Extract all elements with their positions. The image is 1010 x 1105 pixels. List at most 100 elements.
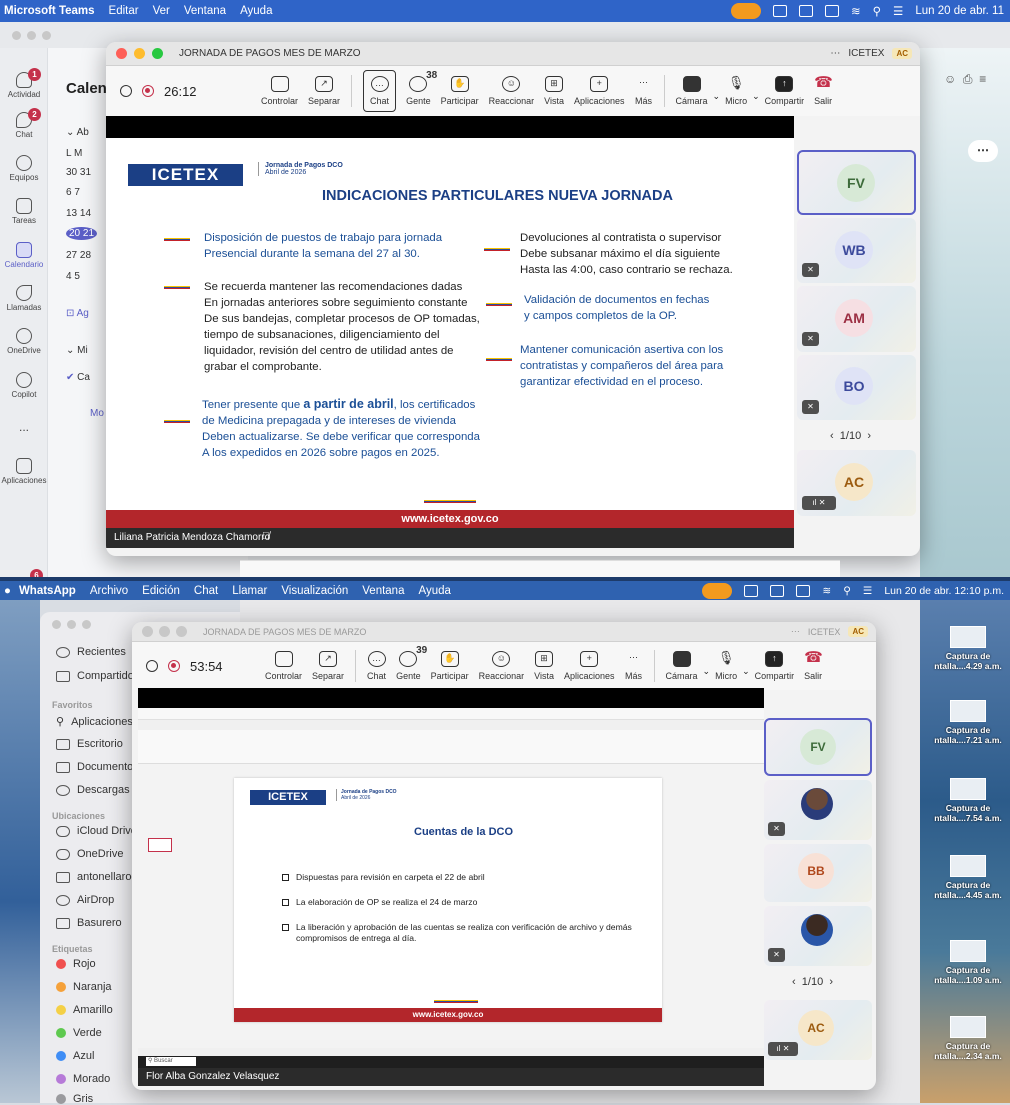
rail-chat[interactable]: Chat 2 bbox=[0, 108, 48, 139]
mic-in-use-icon[interactable] bbox=[730, 3, 761, 19]
menu-ayuda[interactable]: Ayuda bbox=[240, 5, 272, 17]
finder-item-airdrop[interactable]: AirDrop bbox=[56, 894, 114, 906]
finder-item-shared[interactable]: Compartido bbox=[56, 670, 134, 682]
menu-ayuda[interactable]: Ayuda bbox=[418, 585, 450, 597]
ppt-current-thumb[interactable] bbox=[148, 838, 172, 852]
participant-tile[interactable]: ✕ bbox=[764, 906, 872, 966]
apps-button[interactable]: + Aplicaciones bbox=[564, 645, 615, 687]
apps-button[interactable]: + Aplicaciones bbox=[574, 70, 625, 112]
control-button[interactable]: Controlar bbox=[261, 70, 298, 112]
rail-activity[interactable]: Actividad 1 bbox=[0, 68, 48, 99]
battery-icon[interactable] bbox=[796, 584, 811, 597]
participants-pager[interactable]: ‹ 1/10 › bbox=[830, 430, 871, 442]
participant-tile[interactable]: AC ıl ✕ bbox=[764, 1000, 872, 1060]
participant-tile[interactable]: AM ✕ bbox=[797, 286, 916, 352]
mic-button[interactable]: 🎙 Micro bbox=[725, 70, 747, 112]
month-toggle[interactable]: ⌄ Ab bbox=[66, 127, 89, 138]
teams-top-right-icons[interactable]: ☺ ⎙ ≡ bbox=[944, 72, 986, 87]
finder-item-onedrive[interactable]: OneDrive bbox=[56, 848, 123, 860]
mic-chevron-icon[interactable]: ⌄ bbox=[742, 666, 750, 677]
menu-llamar[interactable]: Llamar bbox=[232, 585, 267, 597]
minimize-window-icon[interactable] bbox=[159, 626, 170, 637]
more-options-button[interactable]: ⋯ bbox=[968, 140, 998, 162]
apple-icon[interactable]: ● bbox=[4, 585, 11, 597]
wifi-icon[interactable]: ≋ bbox=[851, 4, 861, 18]
week-row[interactable]: 13 14 bbox=[66, 208, 91, 219]
control-center-icon[interactable]: ☰ bbox=[863, 585, 872, 597]
react-button[interactable]: ☺ Reaccionar bbox=[489, 70, 534, 112]
mic-in-use-icon[interactable] bbox=[702, 582, 733, 599]
participant-tile[interactable]: WB ✕ bbox=[797, 218, 916, 283]
rail-calls[interactable]: Llamadas bbox=[0, 285, 48, 312]
finder-item-applications[interactable]: ⚲ Aplicaciones bbox=[56, 715, 133, 729]
mic-chevron-icon[interactable]: ⌄ bbox=[752, 91, 760, 102]
week-row[interactable]: 6 7 bbox=[66, 187, 80, 198]
desktop-file[interactable]: Captura de ntalla....1.09 a.m. bbox=[928, 940, 1008, 985]
participant-tile[interactable]: AC ıl ✕ bbox=[797, 450, 916, 516]
view-button[interactable]: ⊞ Vista bbox=[534, 645, 554, 687]
finder-tag-blue[interactable]: Azul bbox=[56, 1050, 94, 1062]
control-button[interactable]: Controlar bbox=[265, 645, 302, 687]
finder-tag-green[interactable]: Verde bbox=[56, 1027, 102, 1039]
taskbar-search[interactable]: ⚲ Buscar bbox=[146, 1057, 196, 1066]
battery-icon[interactable] bbox=[824, 5, 839, 17]
menu-ventana[interactable]: Ventana bbox=[184, 5, 226, 17]
zoom-window-icon[interactable] bbox=[152, 48, 163, 59]
camera-chevron-icon[interactable]: ⌄ bbox=[713, 91, 721, 102]
participant-tile[interactable]: FV bbox=[797, 150, 916, 215]
week-row[interactable]: 30 31 bbox=[66, 167, 91, 178]
finder-item-recent[interactable]: Recientes bbox=[56, 646, 126, 658]
wifi-icon[interactable]: ≋ bbox=[822, 585, 831, 597]
finder-tag-red[interactable]: Rojo bbox=[56, 958, 96, 970]
menu-ventana[interactable]: Ventana bbox=[362, 585, 404, 597]
menu-archivo[interactable]: Archivo bbox=[90, 585, 128, 597]
leave-button[interactable]: ☎ Salir bbox=[814, 70, 833, 112]
leave-button[interactable]: ☎ Salir bbox=[804, 645, 823, 687]
finder-item-icloud[interactable]: iCloud Drive bbox=[56, 825, 137, 837]
menu-ver[interactable]: Ver bbox=[153, 5, 170, 17]
people-button[interactable]: 39 Gente bbox=[396, 645, 427, 687]
rail-more[interactable]: ... bbox=[0, 420, 48, 434]
spotlight-icon[interactable]: ⚲ bbox=[843, 585, 851, 597]
my-calendars-toggle[interactable]: ⌄ Mi bbox=[66, 345, 88, 356]
ppt-thumbnails[interactable] bbox=[138, 764, 178, 1048]
rail-onedrive[interactable]: OneDrive bbox=[0, 328, 48, 355]
camera-button[interactable]: Cámara bbox=[666, 645, 698, 687]
teams-status-icon[interactable] bbox=[744, 584, 759, 597]
teams-status-icon[interactable] bbox=[772, 5, 787, 17]
menubar-app-name[interactable]: Microsoft Teams bbox=[4, 5, 95, 17]
more-button[interactable]: ⋯ Más bbox=[625, 645, 643, 687]
more-icon[interactable]: ⋯ bbox=[791, 626, 800, 637]
week-row[interactable]: 27 28 bbox=[66, 250, 91, 261]
camera-chevron-icon[interactable]: ⌄ bbox=[703, 666, 711, 677]
week-row-current[interactable]: 20 21 bbox=[66, 227, 98, 240]
popout-button[interactable]: ↗ Separar bbox=[308, 70, 340, 112]
rail-calendar[interactable]: Calendario bbox=[0, 242, 48, 269]
rail-apps[interactable]: Aplicaciones bbox=[0, 458, 48, 485]
participant-tile[interactable]: ✕ bbox=[764, 780, 872, 840]
raise-hand-button[interactable]: ✋ Participar bbox=[431, 645, 469, 687]
menubar-clock[interactable]: Lun 20 de abr. 11 bbox=[915, 5, 1004, 17]
menu-edicion[interactable]: Edición bbox=[142, 585, 180, 597]
finder-item-desktop[interactable]: Escritorio bbox=[56, 738, 123, 750]
participants-pager[interactable]: ‹ 1/10 › bbox=[792, 976, 833, 988]
popout-button[interactable]: ↗ Separar bbox=[312, 645, 344, 687]
more-button[interactable]: ⋯ Más bbox=[635, 70, 653, 112]
finder-tag-yellow[interactable]: Amarillo bbox=[56, 1004, 113, 1016]
menu-editar[interactable]: Editar bbox=[109, 5, 139, 17]
people-button[interactable]: 38 Gente bbox=[406, 70, 437, 112]
shield-status-icon[interactable] bbox=[770, 584, 785, 597]
chat-button[interactable]: … Chat bbox=[367, 645, 386, 687]
camera-button[interactable]: Cámara bbox=[676, 70, 708, 112]
rail-copilot[interactable]: Copilot bbox=[0, 372, 48, 399]
view-button[interactable]: ⊞ Vista bbox=[544, 70, 564, 112]
menubar-app-name[interactable]: WhatsApp bbox=[19, 585, 76, 597]
control-center-icon[interactable]: ☰ bbox=[893, 4, 903, 18]
spotlight-icon[interactable]: ⚲ bbox=[873, 4, 881, 18]
calendar-item[interactable]: ✔ Ca bbox=[66, 372, 90, 383]
menu-chat[interactable]: Chat bbox=[194, 585, 218, 597]
chat-button[interactable]: … Chat bbox=[363, 70, 397, 112]
menubar-clock[interactable]: Lun 20 de abr. 12:10 p.m. bbox=[884, 585, 1004, 597]
shield-status-icon[interactable] bbox=[798, 5, 813, 17]
participant-tile[interactable]: BO ✕ bbox=[797, 355, 916, 420]
